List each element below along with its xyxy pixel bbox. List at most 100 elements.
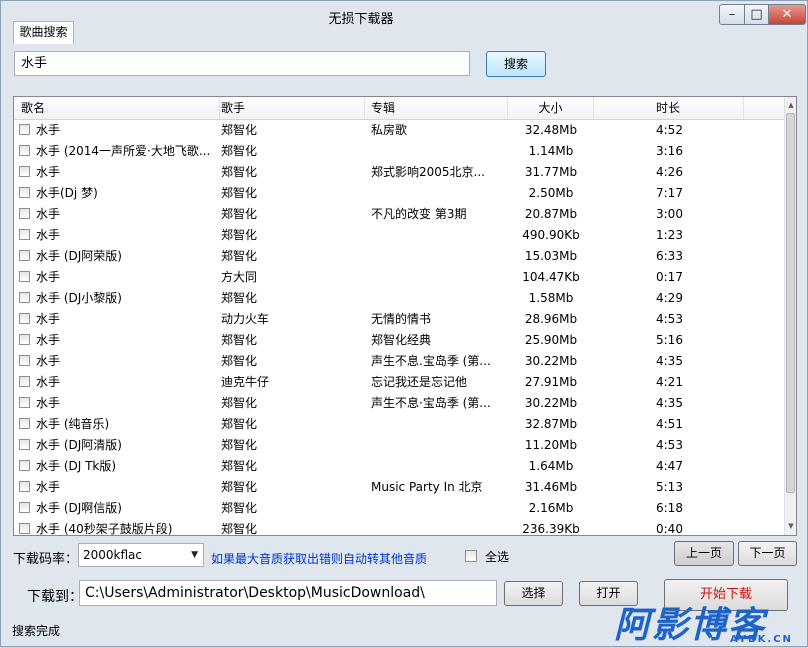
cell-artist: 迪克牛仔 bbox=[221, 375, 270, 389]
row-checkbox[interactable] bbox=[19, 397, 30, 408]
cell-artist: 郑智化 bbox=[221, 207, 258, 221]
maximize-button[interactable]: □ bbox=[744, 4, 769, 25]
row-checkbox[interactable] bbox=[19, 250, 30, 261]
cell-artist: 郑智化 bbox=[221, 186, 258, 200]
table-row[interactable]: 水手 郑智化 郑智化经典 25.90Mb 5:16 bbox=[14, 330, 784, 351]
table-row[interactable]: 水手 郑智化 声生不息·宝岛季 (第... 30.22Mb 4:35 bbox=[14, 393, 784, 414]
cell-artist: 郑智化 bbox=[221, 417, 258, 431]
cell-artist: 动力火车 bbox=[221, 312, 270, 326]
cell-size: 1.64Mb bbox=[528, 459, 574, 473]
column-header-title[interactable]: 歌名 bbox=[14, 97, 220, 119]
cell-album: 郑智化经典 bbox=[371, 333, 432, 347]
row-checkbox[interactable] bbox=[19, 208, 30, 219]
row-checkbox[interactable] bbox=[19, 187, 30, 198]
table-row[interactable]: 水手 (DJ啊信版) 郑智化 2.16Mb 6:18 bbox=[14, 498, 784, 519]
column-header-duration[interactable]: 时长 bbox=[594, 97, 744, 119]
table-row[interactable]: 水手 (DJ阿荣版) 郑智化 15.03Mb 6:33 bbox=[14, 246, 784, 267]
close-button[interactable]: ✕ bbox=[768, 4, 806, 25]
table-row[interactable]: 水手(Dj 梦) 郑智化 2.50Mb 7:17 bbox=[14, 183, 784, 204]
cell-size: 27.91Mb bbox=[524, 375, 578, 389]
cell-artist: 郑智化 bbox=[221, 144, 258, 158]
search-input[interactable]: 水手 bbox=[14, 51, 470, 76]
scroll-thumb[interactable] bbox=[786, 113, 795, 493]
table-row[interactable]: 水手 郑智化 郑式影响2005北京... 31.77Mb 4:26 bbox=[14, 162, 784, 183]
table-row[interactable]: 水手 (DJ阿清版) 郑智化 11.20Mb 4:53 bbox=[14, 435, 784, 456]
row-checkbox[interactable] bbox=[19, 376, 30, 387]
row-checkbox[interactable] bbox=[19, 166, 30, 177]
row-checkbox[interactable] bbox=[19, 460, 30, 471]
song-rows: 水手 郑智化 私房歌 32.48Mb 4:52 水手 (2014一声所爱·大地飞歌... 郑… bbox=[14, 120, 784, 536]
cell-duration: 4:29 bbox=[656, 291, 683, 305]
cell-title: 水手 (2014一声所爱·大地飞歌... bbox=[36, 144, 211, 158]
row-checkbox[interactable] bbox=[19, 502, 30, 513]
row-checkbox[interactable] bbox=[19, 523, 30, 534]
cell-size: 25.90Mb bbox=[524, 333, 578, 347]
choose-folder-button[interactable]: 选择 bbox=[504, 581, 563, 606]
table-row[interactable]: 水手 郑智化 490.90Kb 1:23 bbox=[14, 225, 784, 246]
table-row[interactable]: 水手 迪克牛仔 忘记我还是忘记他 27.91Mb 4:21 bbox=[14, 372, 784, 393]
cell-duration: 4:52 bbox=[656, 123, 683, 137]
cell-duration: 4:51 bbox=[656, 417, 683, 431]
cell-title: 水手 (40秒架子鼓版片段) bbox=[36, 522, 173, 536]
row-checkbox[interactable] bbox=[19, 229, 30, 240]
search-button[interactable]: 搜索 bbox=[486, 51, 546, 77]
table-row[interactable]: 水手 方大同 104.47Kb 0:17 bbox=[14, 267, 784, 288]
cell-size: 1.58Mb bbox=[528, 291, 574, 305]
window-title: 无损下载器 bbox=[328, 12, 394, 27]
table-row[interactable]: 水手 (DJ Tk版) 郑智化 1.64Mb 4:47 bbox=[14, 456, 784, 477]
download-path-input[interactable]: C:\Users\Administrator\Desktop\MusicDown… bbox=[79, 580, 497, 606]
cell-album: 郑式影响2005北京... bbox=[371, 165, 485, 179]
table-row[interactable]: 水手 (40秒架子鼓版片段) 郑智化 236.39Kb 0:40 bbox=[14, 519, 784, 536]
row-checkbox[interactable] bbox=[19, 313, 30, 324]
row-checkbox[interactable] bbox=[19, 124, 30, 135]
chevron-down-icon[interactable]: ▼ bbox=[191, 544, 198, 566]
cell-size: 30.22Mb bbox=[524, 354, 578, 368]
cell-artist: 郑智化 bbox=[221, 249, 258, 263]
cell-artist: 郑智化 bbox=[221, 438, 258, 452]
bitrate-select[interactable]: 2000kflac ▼ bbox=[78, 543, 204, 567]
cell-title: 水手 bbox=[36, 165, 61, 179]
table-row[interactable]: 水手 动力火车 无情的情书 28.96Mb 4:53 bbox=[14, 309, 784, 330]
row-checkbox[interactable] bbox=[19, 355, 30, 366]
column-header-artist[interactable]: 歌手 bbox=[220, 97, 365, 119]
row-checkbox[interactable] bbox=[19, 418, 30, 429]
table-row[interactable]: 水手 (DJ小黎版) 郑智化 1.58Mb 4:29 bbox=[14, 288, 784, 309]
cell-artist: 郑智化 bbox=[221, 333, 258, 347]
row-checkbox[interactable] bbox=[19, 334, 30, 345]
watermark-domain: AYBK.CN bbox=[730, 634, 793, 645]
cell-artist: 郑智化 bbox=[221, 459, 258, 473]
column-header-size[interactable]: 大小 bbox=[508, 97, 594, 119]
select-all-checkbox[interactable] bbox=[465, 550, 477, 562]
table-row[interactable]: 水手 郑智化 私房歌 32.48Mb 4:52 bbox=[14, 120, 784, 141]
column-header-album[interactable]: 专辑 bbox=[365, 97, 508, 119]
watermark: 阿影博客 AYBK.CN bbox=[608, 596, 808, 647]
cell-artist: 郑智化 bbox=[221, 522, 258, 536]
table-row[interactable]: 水手 (2014一声所爱·大地飞歌... 郑智化 1.14Mb 3:16 bbox=[14, 141, 784, 162]
row-checkbox[interactable] bbox=[19, 271, 30, 282]
scroll-down-icon[interactable]: ▼ bbox=[785, 519, 796, 533]
cell-size: 30.22Mb bbox=[524, 396, 578, 410]
next-page-button[interactable]: 下一页 bbox=[738, 541, 797, 566]
cell-title: 水手 bbox=[36, 396, 61, 410]
table-row[interactable]: 水手 郑智化 Music Party In 北京 31.46Mb 5:13 bbox=[14, 477, 784, 498]
cell-size: 490.90Kb bbox=[522, 228, 580, 242]
cell-duration: 4:21 bbox=[656, 375, 683, 389]
cell-duration: 4:53 bbox=[656, 312, 683, 326]
cell-album: 忘记我还是忘记他 bbox=[371, 375, 468, 389]
row-checkbox[interactable] bbox=[19, 292, 30, 303]
table-row[interactable]: 水手 (纯音乐) 郑智化 32.87Mb 4:51 bbox=[14, 414, 784, 435]
row-checkbox[interactable] bbox=[19, 481, 30, 492]
row-checkbox[interactable] bbox=[19, 439, 30, 450]
minimize-button[interactable]: – bbox=[719, 4, 745, 25]
tab-song-search[interactable]: 歌曲搜索 bbox=[13, 21, 74, 44]
cell-duration: 5:16 bbox=[656, 333, 683, 347]
bitrate-value: 2000kflac bbox=[83, 548, 142, 562]
scroll-up-icon[interactable]: ▲ bbox=[785, 98, 796, 112]
row-checkbox[interactable] bbox=[19, 145, 30, 156]
prev-page-button[interactable]: 上一页 bbox=[674, 541, 734, 566]
table-row[interactable]: 水手 郑智化 不凡的改变 第3期 20.87Mb 3:00 bbox=[14, 204, 784, 225]
cell-size: 15.03Mb bbox=[524, 249, 578, 263]
cell-title: 水手(Dj 梦) bbox=[36, 186, 98, 200]
vertical-scrollbar[interactable]: ▲ ▼ bbox=[784, 97, 796, 535]
table-row[interactable]: 水手 郑智化 声生不息.宝岛季 (第... 30.22Mb 4:35 bbox=[14, 351, 784, 372]
